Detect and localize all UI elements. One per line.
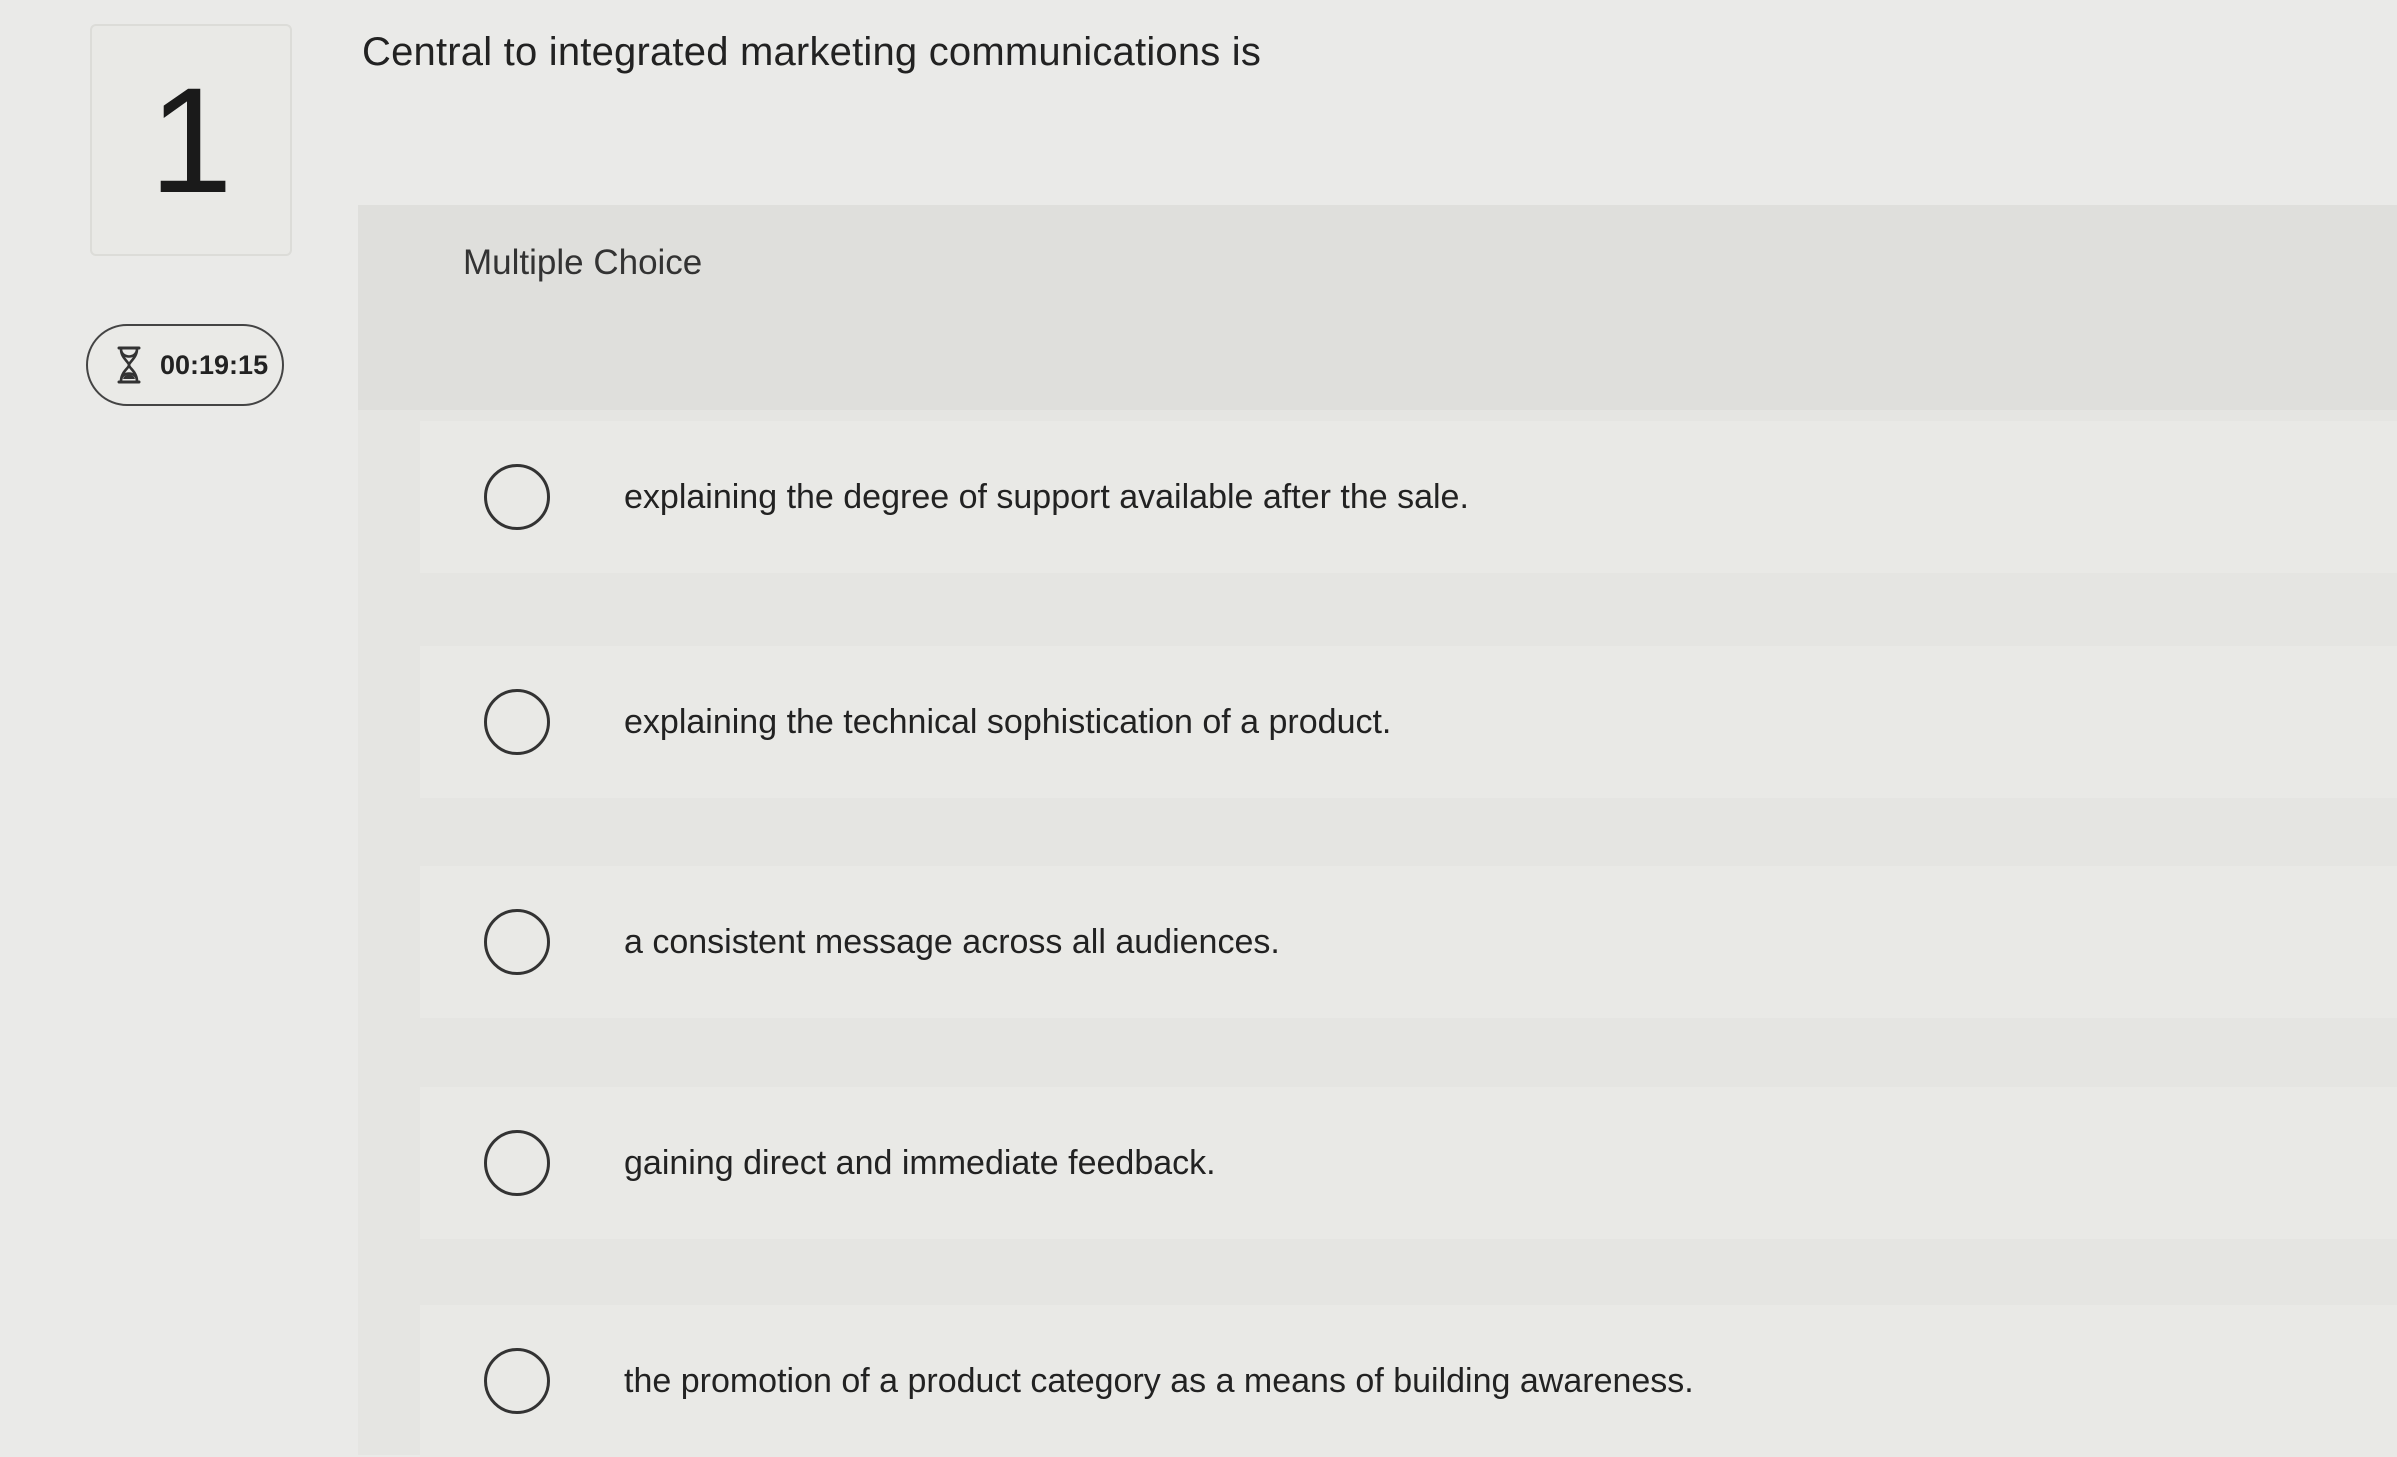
answer-option-label: explaining the degree of support availab… [624, 477, 1469, 516]
radio-button[interactable] [484, 464, 550, 530]
radio-button[interactable] [484, 1130, 550, 1196]
answer-option-label: the promotion of a product category as a… [624, 1361, 1694, 1400]
question-type-header [358, 205, 2397, 410]
question-number: 1 [90, 24, 292, 256]
radio-button[interactable] [484, 909, 550, 975]
answer-option-label: explaining the technical sophistication … [624, 702, 1392, 741]
timer-value: 00:19:15 [160, 349, 269, 380]
question-type-label: Multiple Choice [463, 243, 703, 282]
answer-option[interactable]: explaining the degree of support availab… [420, 421, 2397, 573]
quiz-page: 1 00:19:15 Central to integrated marketi… [0, 0, 2397, 1457]
answer-option-label: gaining direct and immediate feedback. [624, 1143, 1216, 1182]
answer-option[interactable]: the promotion of a product category as a… [420, 1305, 2397, 1457]
radio-button[interactable] [484, 1348, 550, 1414]
timer-badge[interactable]: 00:19:15 [86, 324, 284, 406]
question-text: Central to integrated marketing communic… [362, 30, 1262, 74]
radio-button[interactable] [484, 689, 550, 755]
answer-option[interactable]: gaining direct and immediate feedback. [420, 1087, 2397, 1239]
hourglass-icon [116, 346, 142, 384]
answer-option[interactable]: a consistent message across all audience… [420, 866, 2397, 1018]
answer-option-label: a consistent message across all audience… [624, 922, 1280, 961]
answer-option[interactable]: explaining the technical sophistication … [420, 646, 2397, 798]
